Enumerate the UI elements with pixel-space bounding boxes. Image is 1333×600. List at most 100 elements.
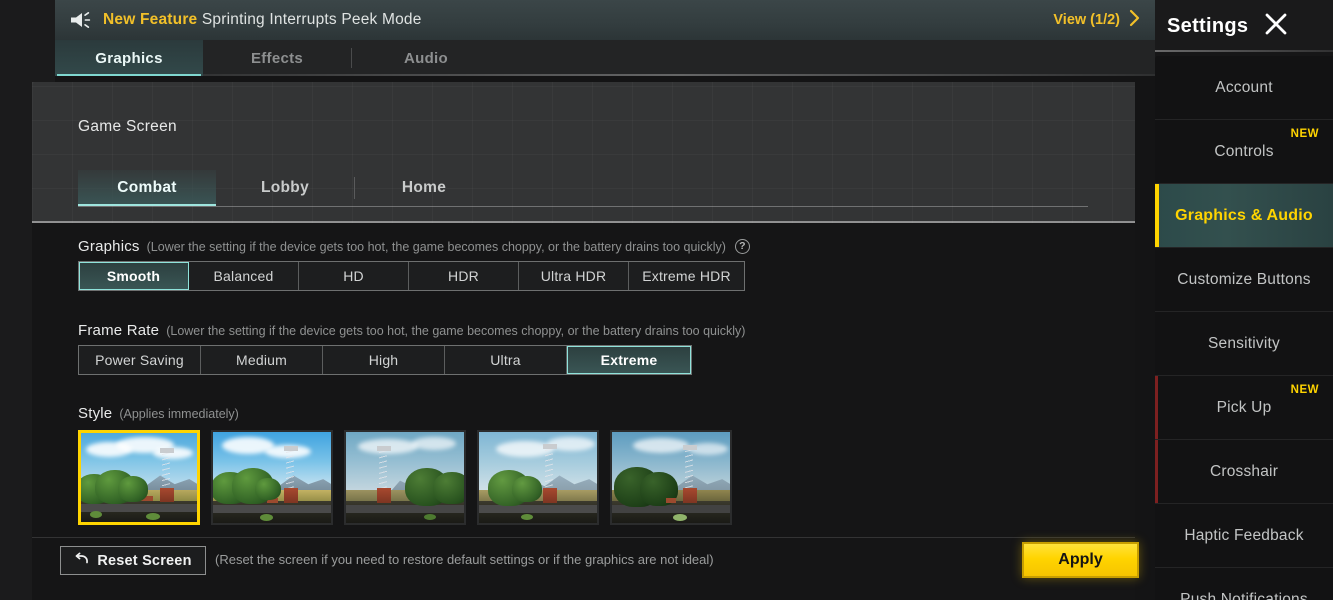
tabs-underline [203, 74, 1155, 76]
graphics-option-balanced-label: Balanced [213, 268, 274, 284]
settings-sidebar: Settings Account NEW Controls Graphics &… [1155, 0, 1333, 600]
sidebar-item-customize-buttons-label: Customize Buttons [1177, 270, 1311, 288]
frame-rate-option-power-saving[interactable]: Power Saving [79, 346, 201, 374]
announcement-text: New Feature Sprinting Interrupts Peek Mo… [103, 11, 422, 29]
screen-tab-home[interactable]: Home [355, 170, 493, 206]
sidebar-title: Settings [1167, 14, 1249, 37]
tab-effects-label: Effects [250, 49, 304, 67]
screen-tab-combat[interactable]: Combat [78, 170, 216, 206]
style-thumbnail-realistic[interactable] [344, 430, 466, 525]
graphics-option-ultra-hdr[interactable]: Ultra HDR [519, 262, 629, 290]
style-thumbnail-classic[interactable] [78, 430, 200, 525]
tab-audio-label: Audio [404, 49, 448, 67]
frame-rate-option-extreme[interactable]: Extreme [567, 346, 691, 374]
sidebar-item-graphics-audio[interactable]: Graphics & Audio [1155, 184, 1333, 248]
graphics-option-hd[interactable]: HD [299, 262, 409, 290]
graphics-option-balanced[interactable]: Balanced [189, 262, 299, 290]
frame-rate-option-extreme-label: Extreme [600, 352, 658, 368]
sidebar-item-controls[interactable]: NEW Controls [1155, 120, 1333, 184]
frame-rate-option-ultra-label: Ultra [490, 352, 521, 368]
tab-audio[interactable]: Audio [352, 40, 500, 76]
megaphone-icon [63, 0, 97, 40]
frame-rate-section-header: Frame Rate (Lower the setting if the dev… [78, 322, 745, 339]
announcement-view-button[interactable]: View (1/2) [1053, 9, 1141, 31]
style-section-header: Style (Applies immediately) [78, 405, 239, 422]
frame-rate-section-note: (Lower the setting if the device gets to… [166, 323, 746, 338]
style-preview-image [213, 432, 331, 523]
tab-graphics-label: Graphics [95, 49, 163, 67]
style-preview-image [479, 432, 597, 523]
question-circle-icon[interactable]: ? [734, 239, 750, 254]
frame-rate-options: Power Saving Medium High Ultra Extreme [78, 345, 692, 375]
frame-rate-option-medium[interactable]: Medium [201, 346, 323, 374]
frame-rate-section-title: Frame Rate [78, 322, 160, 339]
sidebar-item-pick-up-badge: NEW [1290, 384, 1319, 396]
graphics-section-note: (Lower the setting if the device gets to… [146, 239, 726, 254]
sidebar-item-crosshair[interactable]: Crosshair [1155, 440, 1333, 504]
graphics-quality-options: Smooth Balanced HD HDR Ultra HDR Extreme… [78, 261, 745, 291]
sidebar-item-push-notifications-label: Push Notifications [1180, 590, 1308, 600]
reset-screen-label: Reset Screen [97, 552, 192, 569]
frame-rate-option-ultra[interactable]: Ultra [445, 346, 567, 374]
announcement-bar[interactable]: New Feature Sprinting Interrupts Peek Mo… [55, 0, 1155, 40]
sidebar-item-crosshair-label: Crosshair [1209, 462, 1279, 480]
sidebar-item-graphics-audio-label: Graphics & Audio [1175, 206, 1313, 224]
graphics-option-extreme-hdr-label: Extreme HDR [642, 268, 731, 284]
screen-tab-lobby-label: Lobby [261, 179, 309, 196]
tab-graphics[interactable]: Graphics [55, 40, 203, 76]
apply-button[interactable]: Apply [1022, 542, 1139, 578]
frame-rate-option-high-label: High [368, 352, 399, 368]
undo-arrow-icon [74, 552, 90, 570]
chevron-right-icon [1128, 9, 1141, 31]
game-screen-tabs-underline [78, 206, 1088, 207]
announcement-tag: New Feature [103, 11, 198, 28]
game-screen-tabs: Combat Lobby Home [78, 170, 1088, 206]
sidebar-item-pick-up[interactable]: NEW Pick Up [1155, 376, 1333, 440]
sidebar-item-account-label: Account [1215, 78, 1273, 96]
apply-button-label: Apply [1058, 551, 1103, 568]
graphics-option-hd-label: HD [343, 268, 364, 284]
sidebar-item-sensitivity-label: Sensitivity [1208, 334, 1280, 352]
sidebar-header-divider [1155, 50, 1333, 52]
graphics-option-smooth[interactable]: Smooth [79, 262, 189, 290]
footer-divider [32, 537, 1135, 538]
style-thumbnail-row [78, 430, 732, 525]
sidebar-item-haptic-feedback[interactable]: Haptic Feedback [1155, 504, 1333, 568]
style-thumbnail-movie[interactable] [610, 430, 732, 525]
announcement-view-label: View (1/2) [1053, 12, 1120, 28]
sidebar-item-controls-badge: NEW [1290, 128, 1319, 140]
sidebar-item-controls-label: Controls [1214, 142, 1274, 160]
sidebar-item-customize-buttons[interactable]: Customize Buttons [1155, 248, 1333, 312]
graphics-option-hdr[interactable]: HDR [409, 262, 519, 290]
reset-screen-button[interactable]: Reset Screen [60, 546, 206, 575]
sidebar-item-sensitivity[interactable]: Sensitivity [1155, 312, 1333, 376]
frame-rate-option-high[interactable]: High [323, 346, 445, 374]
sidebar-menu: Account NEW Controls Graphics & Audio Cu… [1155, 56, 1333, 600]
frame-rate-option-power-saving-label: Power Saving [95, 352, 184, 368]
sidebar-item-haptic-feedback-label: Haptic Feedback [1184, 526, 1304, 544]
settings-screen: New Feature Sprinting Interrupts Peek Mo… [0, 0, 1333, 600]
graphics-section-title: Graphics [78, 238, 140, 255]
style-thumbnail-colorful[interactable] [211, 430, 333, 525]
sidebar-item-account[interactable]: Account [1155, 56, 1333, 120]
style-thumbnail-soft[interactable] [477, 430, 599, 525]
style-preview-image [346, 432, 464, 523]
graphics-settings-panel: Game Screen Combat Lobby Home Graphics (… [32, 82, 1135, 600]
graphics-section-header: Graphics (Lower the setting if the devic… [78, 238, 750, 255]
screen-tab-combat-label: Combat [117, 179, 177, 196]
sidebar-header: Settings [1155, 0, 1333, 52]
screen-tab-home-label: Home [401, 179, 447, 196]
screen-tab-lobby[interactable]: Lobby [216, 170, 354, 206]
game-screen-label: Game Screen [78, 118, 177, 135]
sidebar-item-push-notifications[interactable]: Push Notifications [1155, 568, 1333, 600]
announcement-body: Sprinting Interrupts Peek Mode [201, 11, 422, 28]
tab-effects[interactable]: Effects [203, 40, 351, 76]
graphics-option-extreme-hdr[interactable]: Extreme HDR [629, 262, 744, 290]
graphics-option-ultra-hdr-label: Ultra HDR [540, 268, 607, 284]
sidebar-item-pick-up-label: Pick Up [1216, 398, 1272, 416]
close-icon[interactable] [1262, 10, 1290, 43]
reset-screen-note: (Reset the screen if you need to restore… [215, 552, 714, 567]
style-section-note: (Applies immediately) [119, 406, 239, 421]
style-preview-image [81, 433, 197, 522]
settings-tabs: Graphics Effects Audio [55, 40, 1155, 76]
